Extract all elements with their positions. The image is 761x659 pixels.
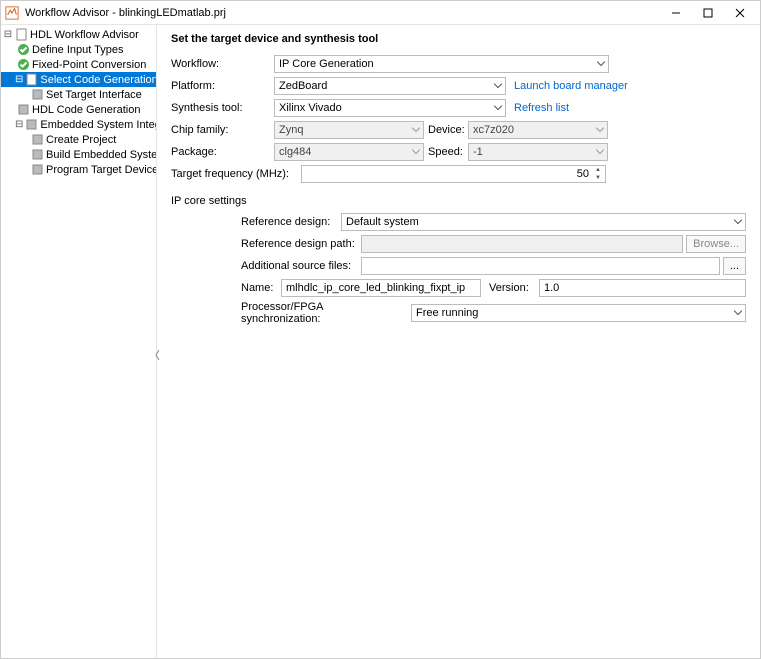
launch-board-manager-link[interactable]: Launch board manager (514, 80, 628, 92)
workflow-select[interactable]: IP Core Generation (274, 55, 609, 73)
main-panel: Set the target device and synthesis tool… (157, 25, 760, 658)
refpath-field (361, 235, 683, 253)
step-icon (31, 148, 44, 161)
check-icon (17, 43, 30, 56)
titlebar: Workflow Advisor - blinkingLEDmatlab.prj (1, 1, 760, 25)
version-label: Version: (489, 282, 539, 294)
chevron-down-icon (734, 311, 742, 316)
tree-item-label: Create Project (46, 134, 116, 146)
chevron-down-icon (596, 150, 604, 155)
package-label: Package: (171, 146, 274, 158)
speed-label: Speed: (428, 146, 468, 158)
step-icon (31, 163, 44, 176)
app-icon (5, 6, 19, 20)
close-icon (735, 8, 745, 18)
tree-item-create-project[interactable]: Create Project (1, 132, 156, 147)
page-icon (15, 28, 28, 41)
tree-item-program-target[interactable]: Program Target Device (1, 162, 156, 177)
window-title: Workflow Advisor - blinkingLEDmatlab.prj (25, 7, 660, 19)
collapse-icon[interactable]: ⊟ (15, 119, 23, 130)
name-label: Name: (241, 282, 281, 294)
step-icon (31, 88, 44, 101)
spinner-down-button[interactable]: ▼ (592, 174, 604, 182)
platform-label: Platform: (171, 80, 274, 92)
platform-select[interactable]: ZedBoard (274, 77, 506, 95)
sync-label: Processor/FPGA synchronization: (241, 301, 411, 325)
tree-group-embedded[interactable]: ⊟ Embedded System Integration (1, 117, 156, 132)
name-field[interactable]: mlhdlc_ip_core_led_blinking_fixpt_ip (281, 279, 481, 297)
device-select: xc7z020 (468, 121, 608, 139)
chevron-down-icon (597, 62, 605, 67)
addsrc-field[interactable] (361, 257, 720, 275)
refdesign-label: Reference design: (241, 216, 341, 228)
chevron-down-icon (734, 220, 742, 225)
speed-select: -1 (468, 143, 608, 161)
step-icon (17, 103, 30, 116)
chipfamily-label: Chip family: (171, 124, 274, 136)
collapse-icon[interactable]: ⊟ (3, 29, 13, 40)
minimize-icon (671, 8, 681, 18)
collapse-icon[interactable]: ⊟ (15, 74, 23, 85)
tree-item-hdl-code-gen[interactable]: HDL Code Generation (1, 102, 156, 117)
tree-root-label: HDL Workflow Advisor (30, 29, 139, 41)
spinner-up-button[interactable]: ▲ (592, 166, 604, 174)
tree-item-set-target-interface[interactable]: Set Target Interface (1, 87, 156, 102)
chevron-down-icon (494, 106, 502, 111)
refresh-list-link[interactable]: Refresh list (514, 102, 569, 114)
synthesis-label: Synthesis tool: (171, 102, 274, 114)
tree-item-label: Fixed-Point Conversion (32, 59, 146, 71)
tree-item-label: Define Input Types (32, 44, 124, 56)
tree-item-build-embedded[interactable]: Build Embedded System (1, 147, 156, 162)
targetfreq-spinner[interactable]: 50 ▲ ▼ (301, 165, 606, 183)
minimize-button[interactable] (660, 2, 692, 24)
page-icon (25, 73, 38, 86)
close-button[interactable] (724, 2, 756, 24)
refpath-label: Reference design path: (241, 238, 361, 250)
sync-select[interactable]: Free running (411, 304, 746, 322)
tree-root[interactable]: ⊟ HDL Workflow Advisor (1, 27, 156, 42)
targetfreq-label: Target frequency (MHz): (171, 168, 301, 180)
addsrc-label: Additional source files: (241, 260, 361, 272)
tree-item-define-input[interactable]: Define Input Types (1, 42, 156, 57)
chevron-down-icon (412, 150, 420, 155)
ipcore-heading: IP core settings (171, 195, 746, 207)
page-title: Set the target device and synthesis tool (171, 33, 746, 45)
tree-item-label: Select Code Generation Target (40, 74, 157, 86)
package-select: clg484 (274, 143, 424, 161)
chevron-down-icon (412, 128, 420, 133)
splitter-handle[interactable] (155, 348, 161, 362)
chevron-down-icon (494, 84, 502, 89)
synthesis-select[interactable]: Xilinx Vivado (274, 99, 506, 117)
workflow-label: Workflow: (171, 58, 274, 70)
tree-item-fixed-point[interactable]: Fixed-Point Conversion (1, 57, 156, 72)
chipfamily-select: Zynq (274, 121, 424, 139)
tree-item-select-target[interactable]: ⊟ Select Code Generation Target (1, 72, 156, 87)
refdesign-select[interactable]: Default system (341, 213, 746, 231)
tree-sidebar: ⊟ HDL Workflow Advisor Define Input Type… (1, 25, 157, 658)
tree-item-label: HDL Code Generation (32, 104, 140, 116)
device-label: Device: (428, 124, 468, 136)
tree-item-label: Build Embedded System (46, 149, 157, 161)
tree-item-label: Embedded System Integration (40, 119, 157, 131)
ellipsis-button[interactable]: ... (723, 257, 746, 275)
chevron-down-icon (596, 128, 604, 133)
browse-button: Browse... (686, 235, 746, 253)
step-icon (31, 133, 44, 146)
tree-item-label: Set Target Interface (46, 89, 142, 101)
step-icon (25, 118, 38, 131)
tree-item-label: Program Target Device (46, 164, 157, 176)
maximize-icon (703, 8, 713, 18)
maximize-button[interactable] (692, 2, 724, 24)
check-icon (17, 58, 30, 71)
version-field[interactable]: 1.0 (539, 279, 746, 297)
